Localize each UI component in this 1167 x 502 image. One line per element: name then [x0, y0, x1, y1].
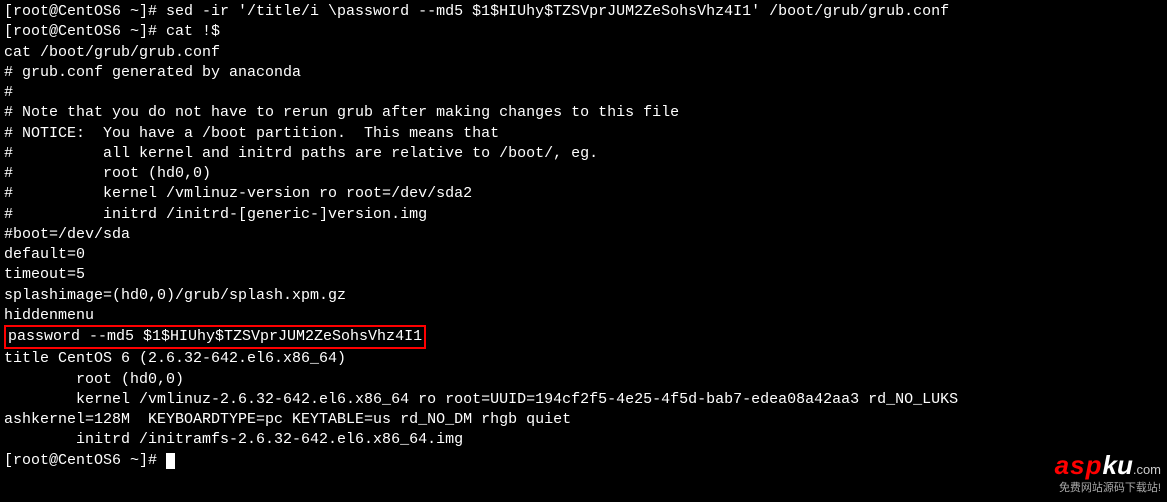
watermark-tagline: 免费网站源码下载站!: [1055, 481, 1161, 496]
cursor-icon: [166, 453, 175, 469]
terminal-line: ashkernel=128M KEYBOARDTYPE=pc KEYTABLE=…: [4, 410, 1163, 430]
terminal-line: # grub.conf generated by anaconda: [4, 63, 1163, 83]
terminal-line: #: [4, 83, 1163, 103]
terminal-line: cat /boot/grub/grub.conf: [4, 43, 1163, 63]
terminal-line: initrd /initramfs-2.6.32-642.el6.x86_64.…: [4, 430, 1163, 450]
terminal-output[interactable]: [root@CentOS6 ~]# sed -ir '/title/i \pas…: [4, 2, 1163, 471]
terminal-line: title CentOS 6 (2.6.32-642.el6.x86_64): [4, 349, 1163, 369]
terminal-line: # NOTICE: You have a /boot partition. Th…: [4, 124, 1163, 144]
terminal-line: # root (hd0,0): [4, 164, 1163, 184]
terminal-line: #boot=/dev/sda: [4, 225, 1163, 245]
terminal-line: # Note that you do not have to rerun gru…: [4, 103, 1163, 123]
prompt-text: [root@CentOS6 ~]#: [4, 452, 166, 469]
terminal-line: splashimage=(hd0,0)/grub/splash.xpm.gz: [4, 286, 1163, 306]
terminal-line: # all kernel and initrd paths are relati…: [4, 144, 1163, 164]
terminal-line: kernel /vmlinuz-2.6.32-642.el6.x86_64 ro…: [4, 390, 1163, 410]
terminal-prompt[interactable]: [root@CentOS6 ~]#: [4, 451, 1163, 471]
watermark-brand-asp: asp: [1055, 450, 1103, 480]
watermark-brand-ku: ku: [1102, 450, 1132, 480]
terminal-line: # kernel /vmlinuz-version ro root=/dev/s…: [4, 184, 1163, 204]
watermark-brand-com: .com: [1133, 462, 1161, 477]
terminal-line: default=0: [4, 245, 1163, 265]
terminal-line: [root@CentOS6 ~]# cat !$: [4, 22, 1163, 42]
highlight-box: password --md5 $1$HIUhy$TZSVprJUM2ZeSohs…: [4, 325, 426, 349]
terminal-line: # initrd /initrd-[generic-]version.img: [4, 205, 1163, 225]
terminal-line: [root@CentOS6 ~]# sed -ir '/title/i \pas…: [4, 2, 1163, 22]
watermark: aspku.com 免费网站源码下载站!: [1055, 448, 1161, 496]
highlighted-password-line: password --md5 $1$HIUhy$TZSVprJUM2ZeSohs…: [4, 326, 1163, 349]
terminal-line: timeout=5: [4, 265, 1163, 285]
terminal-line: hiddenmenu: [4, 306, 1163, 326]
terminal-line: root (hd0,0): [4, 370, 1163, 390]
